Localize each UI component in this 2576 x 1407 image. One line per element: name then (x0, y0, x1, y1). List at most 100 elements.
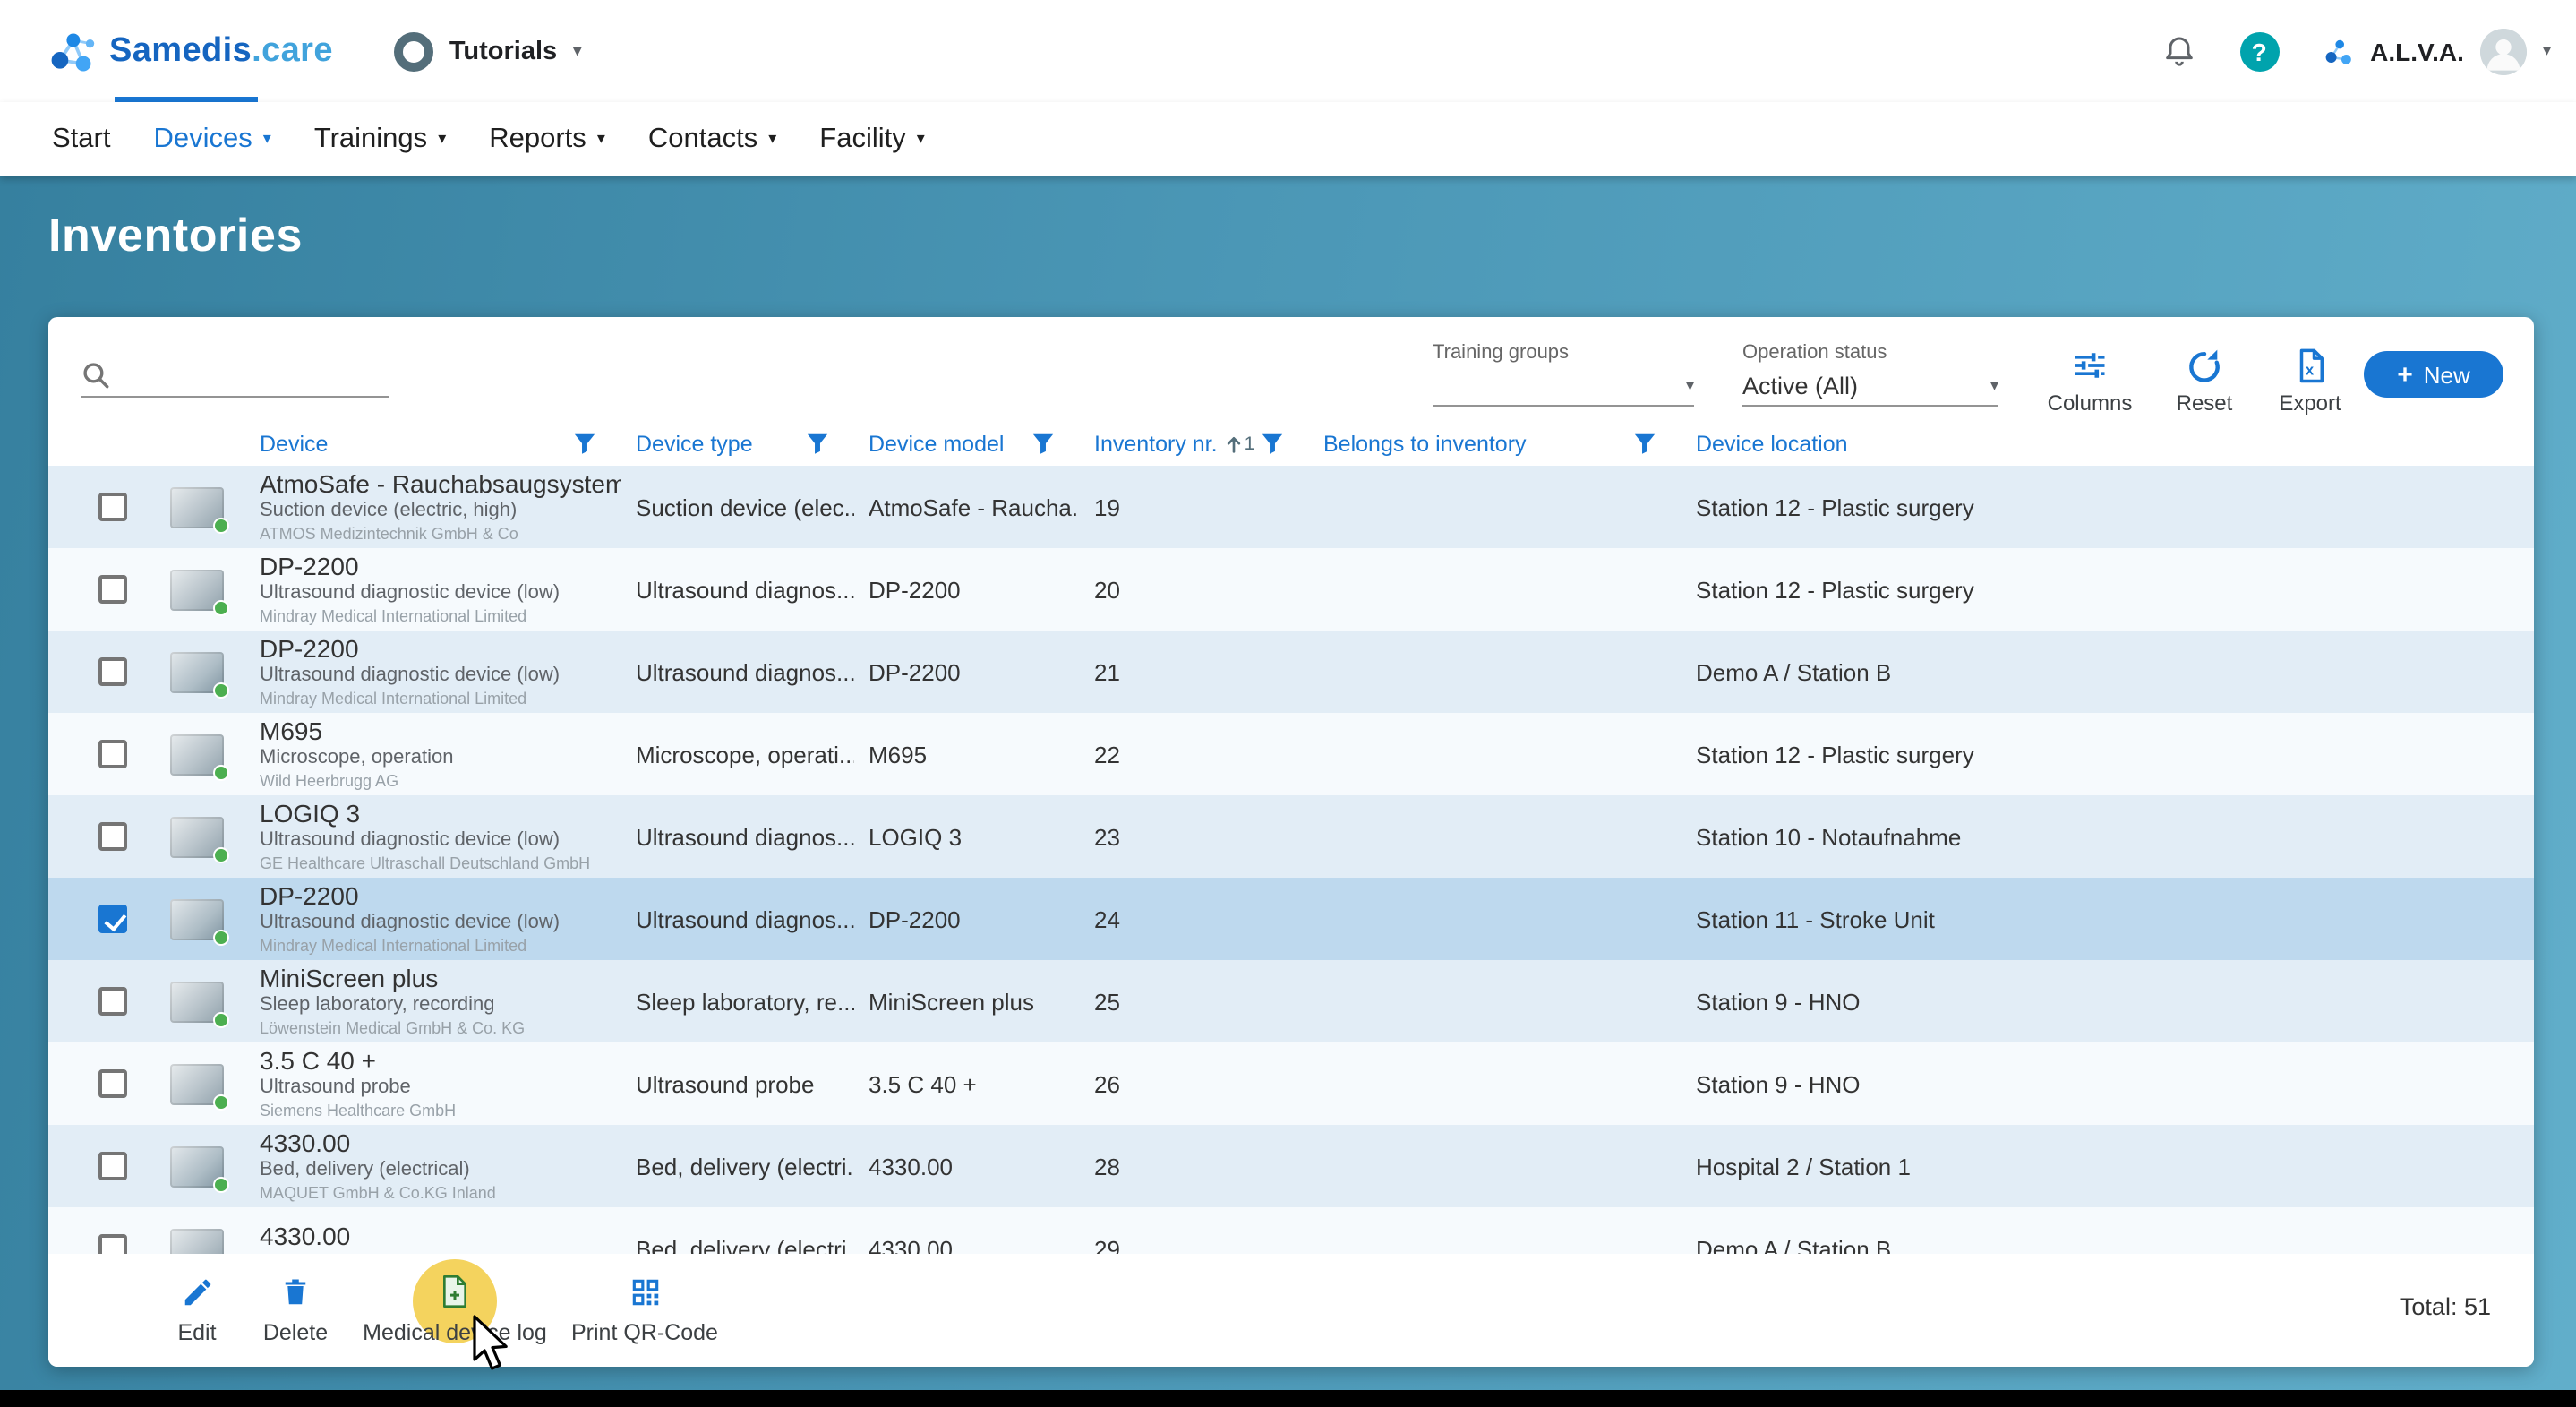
device-type-cell: Suction device (elec... (621, 493, 854, 520)
table-row[interactable]: 3.5 C 40 + Ultrasound probe Siemens Heal… (48, 1042, 2534, 1125)
column-header-device-location[interactable]: Device location (1682, 431, 2534, 456)
columns-button[interactable]: Columns (2033, 346, 2147, 416)
delete-button[interactable]: Delete (242, 1272, 349, 1345)
operation-status-select[interactable]: Active (All) ▾ (1742, 367, 1998, 407)
row-checkbox[interactable] (98, 1152, 127, 1180)
filter-icon[interactable] (1633, 432, 1656, 455)
brand-logo[interactable]: Samedis.care (47, 26, 333, 76)
nav-item-reports[interactable]: Reports ▾ (489, 123, 605, 155)
device-thumbnail (170, 486, 224, 528)
search-icon (81, 360, 111, 390)
top-right-controls: ? A.L.V.A. ▾ (2161, 28, 2551, 74)
table-body: AtmoSafe - Rauchabsaugsystem Suction dev… (48, 466, 2534, 1254)
user-menu[interactable]: A.L.V.A. ▾ (2322, 28, 2551, 74)
device-location-cell: Demo A / Station B (1682, 658, 2534, 685)
export-file-icon: x (2291, 346, 2329, 385)
device-manufacturer: Mindray Medical International Limited (260, 607, 621, 627)
table-row[interactable]: LOGIQ 3 Ultrasound diagnostic device (lo… (48, 795, 2534, 878)
column-header-inventory-nr[interactable]: Inventory nr. 1 (1080, 431, 1309, 456)
tutorials-menu[interactable]: Tutorials ▾ (394, 31, 581, 71)
avatar (2480, 28, 2527, 74)
row-checkbox[interactable] (98, 1234, 127, 1254)
filter-icon[interactable] (1031, 432, 1055, 455)
device-manufacturer: Siemens Healthcare GmbH (260, 1102, 621, 1121)
device-name: 3.5 C 40 + (260, 1046, 621, 1075)
nav-item-contacts[interactable]: Contacts ▾ (648, 123, 776, 155)
edit-button[interactable]: Edit (152, 1272, 242, 1345)
table-row[interactable]: AtmoSafe - Rauchabsaugsystem Suction dev… (48, 466, 2534, 548)
qr-code-icon (628, 1274, 662, 1308)
device-manufacturer: GE Healthcare Ultraschall Deutschland Gm… (260, 854, 621, 874)
bottom-action-bar: Edit Delete (48, 1254, 2534, 1367)
reset-button[interactable]: Reset (2147, 346, 2262, 416)
export-button[interactable]: x Export (2253, 346, 2367, 416)
row-checkbox[interactable] (98, 822, 127, 851)
column-header-device-model[interactable]: Device model (854, 431, 1080, 456)
device-thumbnail (170, 898, 224, 939)
table-row[interactable]: 4330.00 Bed, delivery (electrical) Bed, … (48, 1207, 2534, 1254)
row-checkbox[interactable] (98, 493, 127, 521)
device-name: DP-2200 (260, 552, 621, 580)
device-model-cell: MiniScreen plus (854, 988, 1080, 1015)
device-subtitle: Microscope, operation (260, 747, 621, 770)
help-icon[interactable]: ? (2239, 31, 2279, 71)
filter-icon[interactable] (806, 432, 829, 455)
inventory-nr-cell: 26 (1080, 1070, 1309, 1097)
operation-status-value: Active (All) (1742, 373, 1858, 399)
training-groups-select[interactable]: ▾ (1433, 367, 1694, 407)
table-row[interactable]: DP-2200 Ultrasound diagnostic device (lo… (48, 631, 2534, 713)
inventory-nr-cell: 25 (1080, 988, 1309, 1015)
tutorials-label: Tutorials (449, 37, 557, 65)
filter-icon[interactable] (1261, 432, 1284, 455)
table-row[interactable]: M695 Microscope, operation Wild Heerbrug… (48, 713, 2534, 795)
medical-device-log-button[interactable]: Medical device log (346, 1272, 564, 1345)
table-row[interactable]: DP-2200 Ultrasound diagnostic device (lo… (48, 548, 2534, 631)
svg-text:x: x (2305, 362, 2314, 379)
print-qr-code-button[interactable]: Print QR-Code (564, 1272, 725, 1345)
device-subtitle: Suction device (electric, high) (260, 500, 621, 523)
device-type-cell: Bed, delivery (electri... (621, 1153, 854, 1180)
status-active-dot (213, 1176, 229, 1192)
table-row[interactable]: DP-2200 Ultrasound diagnostic device (lo… (48, 878, 2534, 960)
device-subtitle: Bed, delivery (electrical) (260, 1159, 621, 1182)
column-header-belongs-to-inventory[interactable]: Belongs to inventory (1309, 431, 1682, 456)
row-checkbox[interactable] (98, 905, 127, 933)
device-manufacturer: Wild Heerbrugg AG (260, 772, 621, 792)
row-checkbox[interactable] (98, 657, 127, 686)
nav-item-facility[interactable]: Facility ▾ (819, 123, 925, 155)
inventory-nr-cell: 29 (1080, 1235, 1309, 1254)
table-row[interactable]: 4330.00 Bed, delivery (electrical) MAQUE… (48, 1125, 2534, 1207)
device-cell: MiniScreen plus Sleep laboratory, record… (245, 964, 621, 1039)
row-checkbox[interactable] (98, 575, 127, 604)
nav-item-start[interactable]: Start (52, 123, 110, 155)
operation-status-field: Operation status Active (All) ▾ (1742, 342, 1998, 407)
column-header-device[interactable]: Device (245, 431, 621, 456)
user-molecule-icon (2322, 35, 2354, 67)
nav-item-devices[interactable]: Devices ▾ (153, 123, 270, 155)
app-window: Samedis.care Tutorials ▾ ? A (0, 0, 2576, 1407)
inventory-nr-cell: 23 (1080, 823, 1309, 850)
row-checkbox[interactable] (98, 740, 127, 768)
bell-icon[interactable] (2161, 33, 2196, 69)
status-active-dot (213, 929, 229, 945)
search-input[interactable] (125, 364, 389, 390)
device-location-cell: Station 11 - Stroke Unit (1682, 905, 2534, 932)
row-checkbox[interactable] (98, 1069, 127, 1098)
device-location-cell: Station 12 - Plastic surgery (1682, 493, 2534, 520)
filter-icon[interactable] (573, 432, 596, 455)
new-button[interactable]: + New (2364, 351, 2503, 398)
device-manufacturer: ATMOS Medizintechnik GmbH & Co (260, 525, 621, 545)
device-thumbnail (170, 734, 224, 775)
status-active-dot (213, 1011, 229, 1027)
device-cell: DP-2200 Ultrasound diagnostic device (lo… (245, 634, 621, 709)
caret-down-icon: ▾ (1686, 378, 1694, 394)
table-row[interactable]: MiniScreen plus Sleep laboratory, record… (48, 960, 2534, 1042)
row-checkbox[interactable] (98, 987, 127, 1016)
device-location-cell: Station 12 - Plastic surgery (1682, 576, 2534, 603)
inventories-card: Training groups ▾ Operation status Activ… (48, 317, 2534, 1367)
column-header-device-type[interactable]: Device type (621, 431, 854, 456)
inventory-nr-cell: 19 (1080, 493, 1309, 520)
device-cell: DP-2200 Ultrasound diagnostic device (lo… (245, 881, 621, 957)
device-manufacturer: Löwenstein Medical GmbH & Co. KG (260, 1019, 621, 1039)
nav-item-trainings[interactable]: Trainings ▾ (314, 123, 446, 155)
